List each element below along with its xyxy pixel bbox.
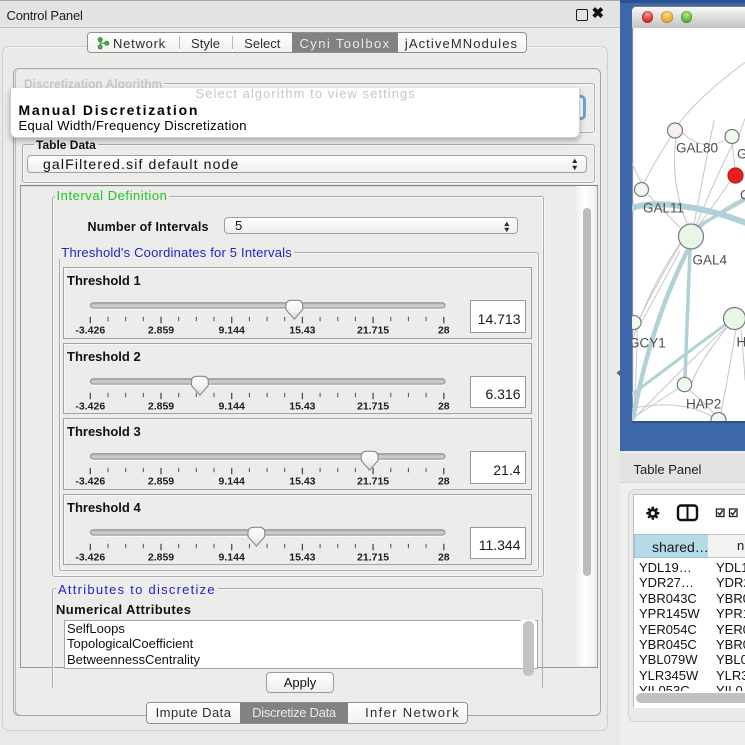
svg-text:GAL4: GAL4: [693, 252, 728, 267]
svg-text:15.43: 15.43: [289, 476, 315, 488]
svg-text:28: 28: [437, 551, 449, 563]
svg-text:9.144: 9.144: [218, 325, 244, 337]
svg-text:15.43: 15.43: [289, 400, 315, 412]
svg-text:C: C: [740, 187, 745, 202]
svg-text:15.43: 15.43: [289, 551, 315, 563]
svg-text:9.144: 9.144: [218, 400, 244, 412]
svg-text:GA: GA: [737, 146, 745, 161]
svg-text:HAP2: HAP2: [686, 396, 721, 411]
svg-text:28: 28: [437, 476, 449, 488]
svg-text:21.715: 21.715: [357, 325, 389, 337]
svg-text:-3.426: -3.426: [75, 325, 105, 337]
svg-text:GAL80: GAL80: [676, 140, 718, 155]
svg-text:2.859: 2.859: [147, 476, 173, 488]
svg-text:21.715: 21.715: [357, 476, 389, 488]
svg-text:2.859: 2.859: [147, 325, 173, 337]
svg-text:21.715: 21.715: [357, 551, 389, 563]
svg-text:9.144: 9.144: [218, 551, 244, 563]
svg-text:-3.426: -3.426: [75, 476, 105, 488]
svg-text:28: 28: [437, 325, 449, 337]
svg-text:2.859: 2.859: [147, 551, 173, 563]
svg-text:9.144: 9.144: [218, 476, 244, 488]
svg-text:-3.426: -3.426: [75, 400, 105, 412]
svg-text:-3.426: -3.426: [75, 551, 105, 563]
svg-text:GCY1: GCY1: [632, 335, 666, 350]
svg-text:GAL11: GAL11: [643, 200, 684, 215]
svg-text:21.715: 21.715: [357, 400, 389, 412]
svg-text:H: H: [737, 334, 745, 349]
svg-text:28: 28: [437, 400, 449, 412]
svg-text:2.859: 2.859: [147, 400, 173, 412]
svg-text:15.43: 15.43: [289, 325, 315, 337]
